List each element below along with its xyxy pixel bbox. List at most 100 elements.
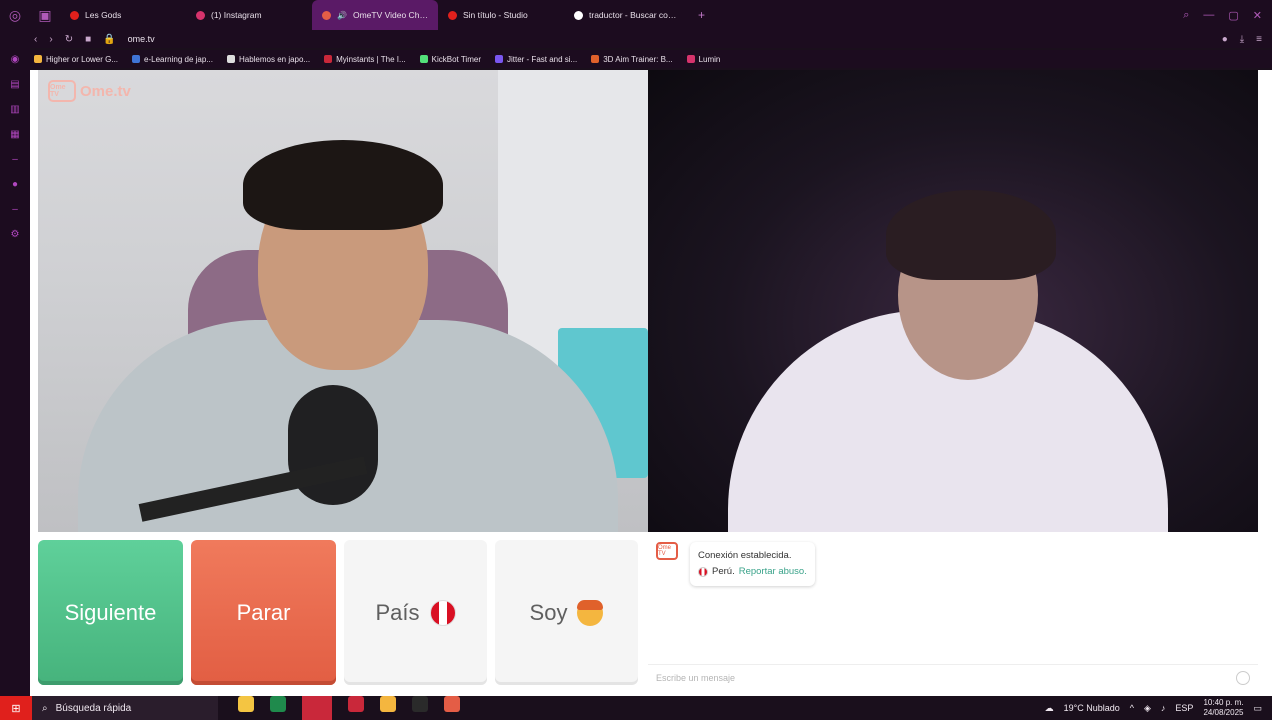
bookmark-icon — [34, 55, 42, 63]
bookmark-icon — [419, 55, 428, 63]
remote-video — [648, 70, 1258, 532]
weather-icon: ☁ — [1044, 702, 1054, 713]
bookmark-item[interactable]: e-Learning de jap... — [132, 55, 213, 64]
maximize-icon[interactable]: ▢ — [1228, 9, 1238, 22]
bookmark-item[interactable]: Lumin — [686, 55, 720, 64]
search-tabs-icon[interactable]: ⌕ — [1183, 9, 1189, 22]
bookmark-item[interactable]: KickBot Timer — [419, 55, 481, 64]
excel-icon[interactable] — [270, 696, 286, 712]
instagram-icon — [196, 10, 205, 20]
ometv-chat-icon: Ome TV — [656, 542, 678, 560]
notifications-icon[interactable]: ▭ — [1253, 703, 1262, 714]
workspaces-icon[interactable]: ▣ — [30, 0, 60, 30]
address-actions: ● ⤓ ≡ — [1222, 34, 1272, 45]
next-button[interactable]: Siguiente — [38, 540, 183, 685]
sidebar-dash-icon[interactable]: – — [12, 154, 18, 165]
bookmark-icon — [324, 55, 333, 63]
ometv-page: Ome TV Ome.tv Siguiente Parar País Soy O… — [30, 70, 1272, 696]
app-icon[interactable] — [348, 696, 364, 712]
bookmark-item[interactable]: Jitter - Fast and si... — [494, 55, 577, 64]
browser-menu-icon[interactable]: ◎ — [0, 0, 30, 30]
system-tray: ☁ 19°C Nublado ^ ◈ ♪ ESP 10:40 p. m. 24/… — [1045, 698, 1272, 718]
windows-start-icon[interactable]: ⊞ — [0, 696, 32, 720]
download-icon[interactable]: ⤓ — [1240, 34, 1244, 45]
screen: ◎ ▣ Les Gods (1) Instagram 🔊 OmeTV Video… — [0, 0, 1272, 720]
country-filter-button[interactable]: País — [344, 540, 487, 685]
taskbar-apps — [218, 696, 460, 720]
steam-icon[interactable] — [412, 696, 428, 712]
tab-ometv[interactable]: 🔊 OmeTV Video Chat – — [312, 0, 438, 30]
ometv-logo-icon: Ome TV — [48, 80, 76, 102]
new-tab-button[interactable]: + — [690, 8, 713, 22]
report-abuse-link[interactable]: Reportar abuso. — [739, 564, 807, 580]
tab-instagram[interactable]: (1) Instagram — [186, 0, 312, 30]
peru-flag-icon — [429, 599, 456, 626]
bookmark-icon — [686, 55, 695, 63]
file-explorer-icon[interactable] — [238, 696, 254, 712]
browser-sidebar: ◉ ▤ ▥ ▦ – ● – ⚙ — [0, 48, 30, 696]
close-icon[interactable]: ✕ — [1253, 9, 1262, 22]
youtube-studio-icon — [448, 10, 457, 20]
active-app-icon[interactable] — [302, 696, 332, 720]
tab-traductor[interactable]: traductor - Buscar con G — [564, 0, 690, 30]
chat-panel: Ome TV Conexión establecida. Perú. Repor… — [648, 540, 1258, 690]
stop-button[interactable]: Parar — [191, 540, 336, 685]
tab-les-gods[interactable]: Les Gods — [60, 0, 186, 30]
bookmark-icon — [494, 55, 503, 63]
tray-arrow-icon[interactable]: ^ — [1130, 703, 1134, 713]
windows-taskbar: ⊞ ⌕ Búsqueda rápida ☁ 19°C Nublado ^ ◈ ♪… — [0, 696, 1272, 720]
bookmarks-bar: Higher or Lower G... e-Learning de jap..… — [0, 50, 1272, 68]
menu-icon[interactable]: ≡ — [1256, 34, 1262, 45]
network-icon[interactable]: ◈ — [1144, 703, 1151, 714]
bookmark-item[interactable]: Hablemos en japo... — [226, 55, 310, 64]
window-controls: ⌕ — ▢ ✕ — [1183, 9, 1272, 22]
tab-studio[interactable]: Sin título - Studio — [438, 0, 564, 30]
sidebar-player-icon[interactable]: ● — [12, 179, 18, 190]
sidebar-history-icon[interactable]: ▥ — [10, 104, 19, 115]
sidebar-bookmarks-icon[interactable]: ▤ — [10, 79, 19, 90]
chrome-icon[interactable] — [380, 696, 396, 712]
sidebar-dash-icon[interactable]: – — [12, 204, 18, 215]
bookmark-item[interactable]: 3D Aim Trainer: B... — [591, 55, 673, 64]
ometv-logo[interactable]: Ome TV Ome.tv — [48, 80, 131, 102]
opera-icon[interactable] — [444, 696, 460, 712]
camera-icon[interactable]: ■ — [85, 34, 91, 45]
stranger-hair-headset — [886, 190, 1056, 280]
clock[interactable]: 10:40 p. m. 24/08/2025 — [1203, 698, 1243, 718]
speaker-icon: 🔊 — [337, 10, 347, 20]
language-indicator[interactable]: ESP — [1175, 703, 1193, 713]
forward-icon[interactable]: › — [49, 34, 52, 45]
gender-button[interactable]: Soy — [495, 540, 638, 685]
sidebar-messenger-icon[interactable]: ◉ — [11, 54, 20, 65]
bookmark-icon — [591, 55, 600, 63]
address-bar: ‹ › ↻ ■ 🔒 ome.tv ● ⤓ ≡ — [0, 30, 1272, 48]
volume-icon[interactable]: ♪ — [1161, 703, 1166, 713]
emoji-icon[interactable] — [1236, 670, 1250, 685]
bookmark-icon — [226, 55, 235, 63]
sidebar-settings-icon[interactable]: ⚙ — [11, 229, 20, 240]
system-message: Conexión establecida. Perú. Reportar abu… — [690, 542, 815, 586]
profile-icon[interactable]: ● — [1222, 34, 1228, 45]
lock-icon[interactable]: 🔒 — [103, 34, 115, 45]
control-buttons: Siguiente Parar País Soy — [38, 540, 638, 685]
reload-icon[interactable]: ↻ — [65, 34, 73, 45]
background-wall — [498, 70, 648, 370]
bookmark-icon — [132, 55, 141, 63]
bookmark-item[interactable]: Myinstants | The I... — [324, 55, 406, 64]
search-icon: ⌕ — [42, 702, 48, 714]
youtube-icon — [70, 10, 79, 20]
minimize-icon[interactable]: — — [1203, 9, 1214, 22]
browser-tab-strip: ◎ ▣ Les Gods (1) Instagram 🔊 OmeTV Video… — [0, 0, 1272, 30]
sidebar-notes-icon[interactable]: ▦ — [10, 129, 19, 140]
boy-icon — [577, 599, 604, 626]
url-field[interactable]: ome.tv — [128, 34, 155, 44]
google-icon — [574, 10, 583, 20]
bookmark-item[interactable]: Higher or Lower G... — [34, 55, 118, 64]
weather-text[interactable]: 19°C Nublado — [1064, 703, 1120, 713]
person-hair-headset — [243, 140, 443, 230]
back-icon[interactable]: ‹ — [34, 34, 37, 45]
message-input[interactable]: Escribe un mensaje — [648, 664, 1258, 690]
peru-flag-icon — [698, 567, 708, 577]
ometv-icon — [322, 10, 331, 20]
taskbar-search[interactable]: ⌕ Búsqueda rápida — [32, 696, 218, 720]
